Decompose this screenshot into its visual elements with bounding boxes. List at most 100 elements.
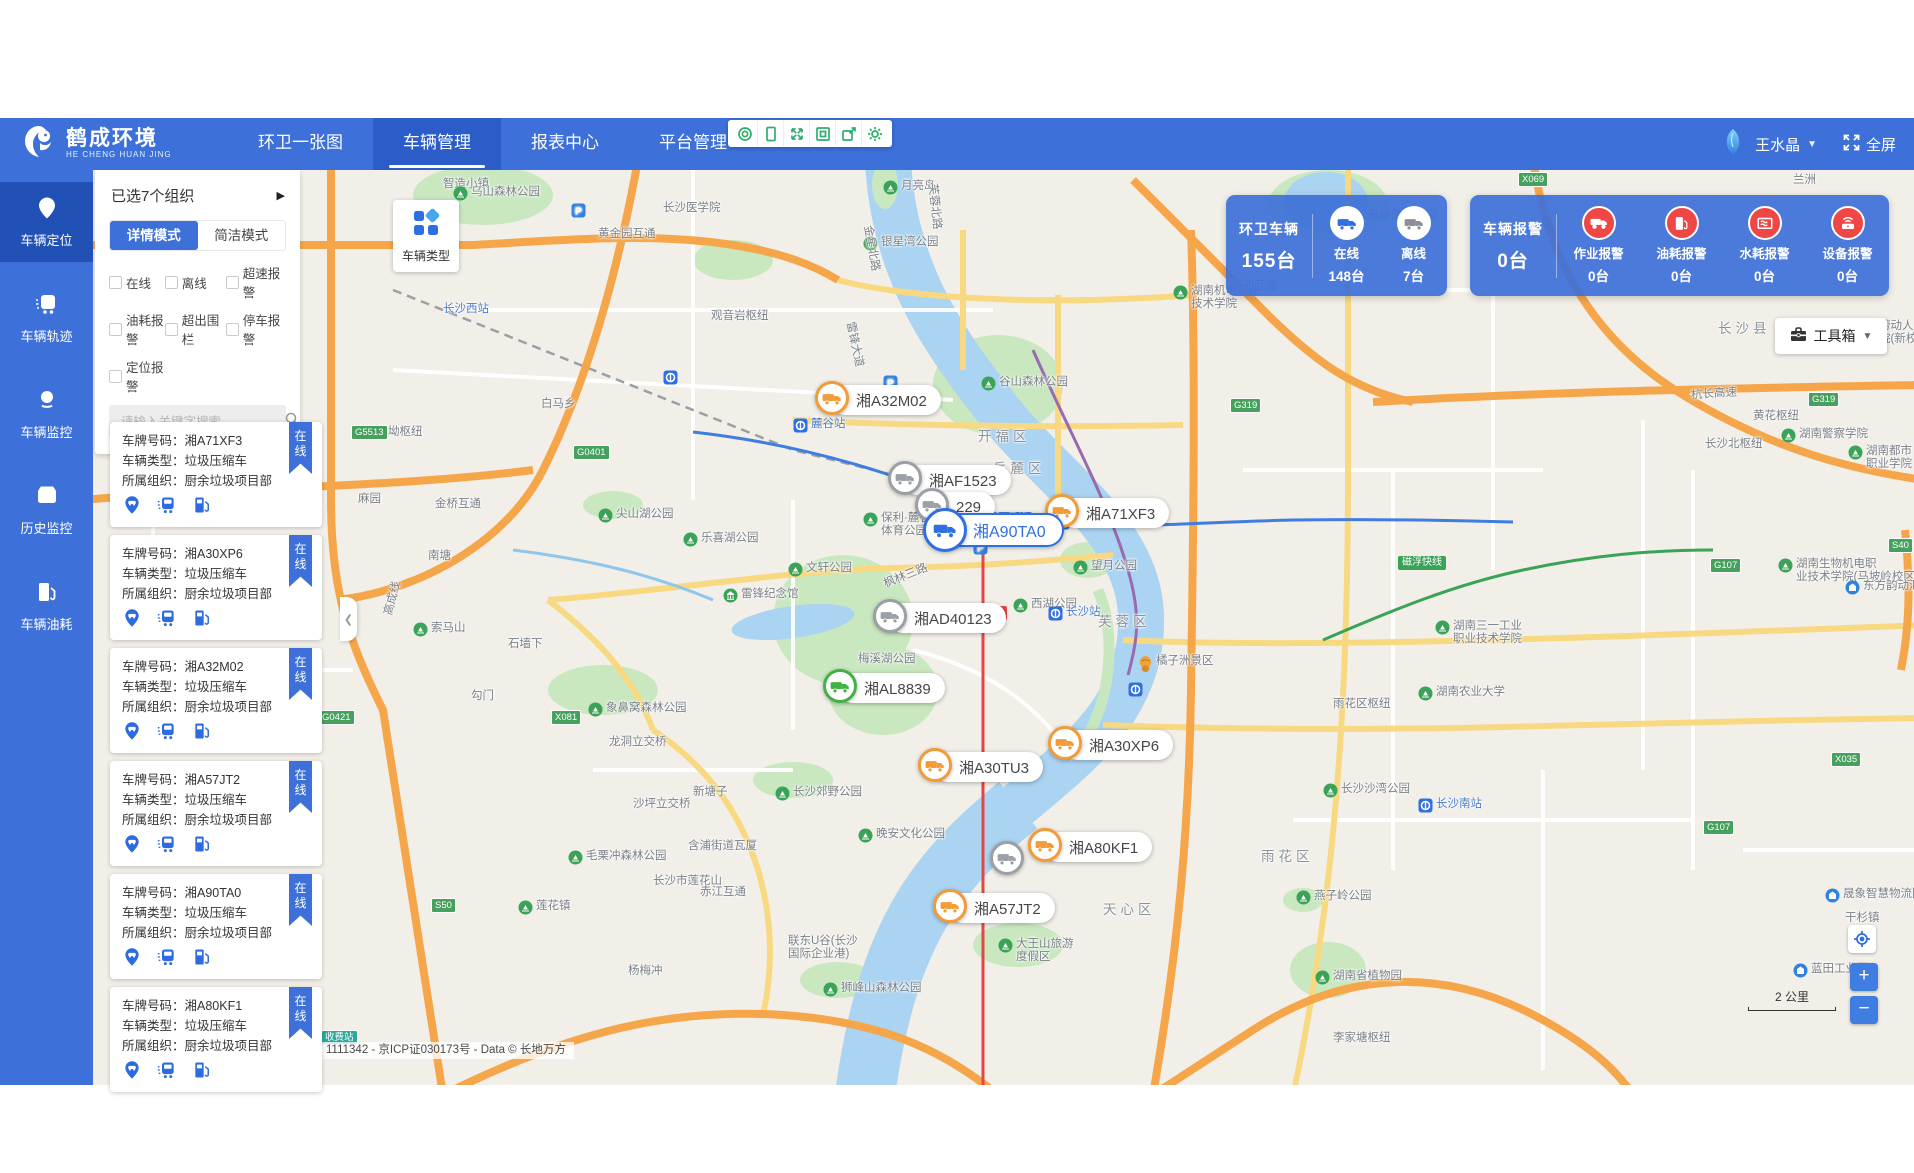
map-label: 开福区 xyxy=(978,430,1031,443)
frame-icon[interactable] xyxy=(810,121,836,146)
checkbox-icon[interactable] xyxy=(109,370,122,383)
locate-icon[interactable] xyxy=(122,834,142,854)
vehicle-type-icon xyxy=(411,208,441,241)
locate-icon[interactable] xyxy=(122,608,142,628)
fuel-icon[interactable] xyxy=(192,834,212,854)
measure-icon[interactable] xyxy=(758,121,784,146)
track-icon[interactable] xyxy=(157,495,177,515)
nav-item-报表中心[interactable]: 报表中心 xyxy=(501,118,629,170)
track-icon[interactable] xyxy=(157,608,177,628)
vehicle-marker-湘A57JT2[interactable]: 湘A57JT2 xyxy=(948,893,1055,923)
filter-停车报警[interactable]: 停车报警 xyxy=(226,310,286,348)
checkbox-icon[interactable] xyxy=(165,276,178,289)
user-menu[interactable]: 王水晶 ▼ xyxy=(1718,127,1817,161)
track-icon[interactable] xyxy=(157,721,177,741)
nav-item-车辆管理[interactable]: 车辆管理 xyxy=(373,118,501,170)
checkbox-icon[interactable] xyxy=(165,323,178,336)
checkbox-icon[interactable] xyxy=(109,323,122,336)
checkbox-icon[interactable] xyxy=(226,323,239,336)
track-icon[interactable] xyxy=(157,834,177,854)
sidebar-item-历史监控[interactable]: 历史监控 xyxy=(0,470,93,550)
map-label-text: 枫林三路 xyxy=(882,562,930,591)
locate-icon[interactable] xyxy=(122,495,142,515)
park-icon xyxy=(598,508,613,523)
locate-icon[interactable] xyxy=(122,1060,142,1080)
track-icon[interactable] xyxy=(157,947,177,967)
fuel-icon[interactable] xyxy=(192,947,212,967)
vehicle-type-button[interactable]: 车辆类型 xyxy=(393,200,459,272)
zoom-out-button[interactable]: − xyxy=(1850,996,1878,1024)
fuel-icon[interactable] xyxy=(192,608,212,628)
vehicle-marker-湘AL8839[interactable]: 湘AL8839 xyxy=(838,673,945,703)
expand-icon[interactable] xyxy=(784,121,810,146)
vehicle-marker-湘A80KF1[interactable]: 湘A80KF1 xyxy=(1043,832,1152,862)
map-attribution: 1111342 - 京ICP证030173号 - Data © 长地万方 xyxy=(318,1042,574,1059)
filter-油耗报警[interactable]: 油耗报警 xyxy=(109,310,165,348)
mode-tabs: 详情模式简洁模式 xyxy=(109,220,286,251)
locate-icon[interactable] xyxy=(122,721,142,741)
fuel-icon[interactable] xyxy=(192,721,212,741)
vehicle-card-list: 车牌号码：湘A71XF3车辆类型：垃圾压缩车所属组织：厨余垃圾项目部在线车牌号码… xyxy=(110,422,322,1100)
vehicle-card[interactable]: 车牌号码：湘A90TA0车辆类型：垃圾压缩车所属组织：厨余垃圾项目部在线 xyxy=(110,874,322,979)
vehicle-type: 车辆类型：垃圾压缩车 xyxy=(122,903,310,923)
bluedot-icon xyxy=(1793,963,1808,978)
map-label-text: 湖南三一工业职业技术学院 xyxy=(1453,620,1522,646)
sidebar-item-车辆定位[interactable]: 车辆定位 xyxy=(0,182,93,262)
map-label: 湖南警察学院 xyxy=(1781,428,1868,443)
sidebar-item-车辆油耗[interactable]: 车辆油耗 xyxy=(0,566,93,646)
map-label-text: 长沙站 xyxy=(1066,606,1101,619)
filter-离线[interactable]: 离线 xyxy=(165,263,226,301)
track-icon[interactable] xyxy=(157,1060,177,1080)
vehicle-card[interactable]: 车牌号码：湘A30XP6车辆类型：垃圾压缩车所属组织：厨余垃圾项目部在线 xyxy=(110,535,322,640)
filter-超出围栏[interactable]: 超出围栏 xyxy=(165,310,226,348)
fuel-icon[interactable] xyxy=(192,495,212,515)
truck-icon xyxy=(1028,828,1062,862)
vehicle-org: 所属组织：厨余垃圾项目部 xyxy=(122,923,310,943)
road-badge: X069 xyxy=(1518,172,1548,187)
tab-简洁模式[interactable]: 简洁模式 xyxy=(198,221,286,250)
park-icon xyxy=(981,376,996,391)
map-canvas[interactable]: 智造小镇乌山森林公园长沙医学院黄金园互通月亮岛银星湾公园观音岩枢纽长沙西站麓谷站… xyxy=(93,170,1914,1085)
zoom-in-button[interactable]: + xyxy=(1850,963,1878,991)
checkbox-icon[interactable] xyxy=(109,276,122,289)
vehicle-marker-湘AF1523[interactable]: 湘AF1523 xyxy=(903,465,1011,495)
org-selector[interactable]: 已选7个组织 ▶ xyxy=(95,170,300,218)
vehicle-card[interactable]: 车牌号码：湘A80KF1车辆类型：垃圾压缩车所属组织：厨余垃圾项目部在线 xyxy=(110,987,322,1092)
truck-gray-icon xyxy=(1397,206,1431,240)
checkbox-icon[interactable] xyxy=(226,276,239,289)
nav-item-环卫一张图[interactable]: 环卫一张图 xyxy=(228,118,373,170)
pin-car-icon xyxy=(35,196,59,223)
map-label: 湖南农业大学 xyxy=(1418,686,1505,701)
vehicle-marker-湘A30XP6[interactable]: 湘A30XP6 xyxy=(1063,730,1173,760)
zoom-icon[interactable] xyxy=(732,121,758,146)
toolbox-button[interactable]: 工具箱 ▼ xyxy=(1775,318,1887,354)
vehicle-card[interactable]: 车牌号码：湘A32M02车辆类型：垃圾压缩车所属组织：厨余垃圾项目部在线 xyxy=(110,648,322,753)
vehicle-marker-湘A30TU3[interactable]: 湘A30TU3 xyxy=(933,752,1043,782)
vehicle-marker-湘A32M02[interactable]: 湘A32M02 xyxy=(830,385,941,415)
map-label: 雷锋大道 xyxy=(843,321,865,369)
alarm-label: 油耗报警 xyxy=(1656,243,1706,262)
filter-超速报警[interactable]: 超速报警 xyxy=(226,263,286,301)
panel-collapse-handle[interactable]: ❮ xyxy=(340,597,357,641)
vehicle-card-actions xyxy=(122,834,310,854)
filter-在线[interactable]: 在线 xyxy=(109,263,165,301)
vehicle-card[interactable]: 车牌号码：湘A71XF3车辆类型：垃圾压缩车所属组织：厨余垃圾项目部在线 xyxy=(110,422,322,527)
map-label: 索马山 xyxy=(413,622,466,637)
vehicle-marker-湘A71XF3[interactable]: 湘A71XF3 xyxy=(1060,498,1169,528)
locate-button[interactable] xyxy=(1848,925,1876,953)
map-label: 黄花枢纽 xyxy=(1753,410,1799,423)
filter-定位报警[interactable]: 定位报警 xyxy=(109,357,171,395)
vehicle-marker-湘A90TA0[interactable]: 湘A90TA0 xyxy=(941,513,1064,547)
fullscreen-button[interactable]: 全屏 xyxy=(1843,134,1896,155)
export-icon[interactable] xyxy=(836,121,862,146)
vehicle-plate: 车牌号码：湘A57JT2 xyxy=(122,770,310,790)
vehicle-card[interactable]: 车牌号码：湘A57JT2车辆类型：垃圾压缩车所属组织：厨余垃圾项目部在线 xyxy=(110,761,322,866)
tab-详情模式[interactable]: 详情模式 xyxy=(110,221,198,250)
settings-icon[interactable] xyxy=(862,121,888,146)
fuel-icon[interactable] xyxy=(192,1060,212,1080)
vehicle-marker-湘AD40123[interactable]: 湘AD40123 xyxy=(888,603,1006,633)
sidebar-item-车辆监控[interactable]: 车辆监控 xyxy=(0,374,93,454)
sidebar-item-车辆轨迹[interactable]: 车辆轨迹 xyxy=(0,278,93,358)
locate-icon[interactable] xyxy=(122,947,142,967)
toolbox-label: 工具箱 xyxy=(1814,326,1856,346)
